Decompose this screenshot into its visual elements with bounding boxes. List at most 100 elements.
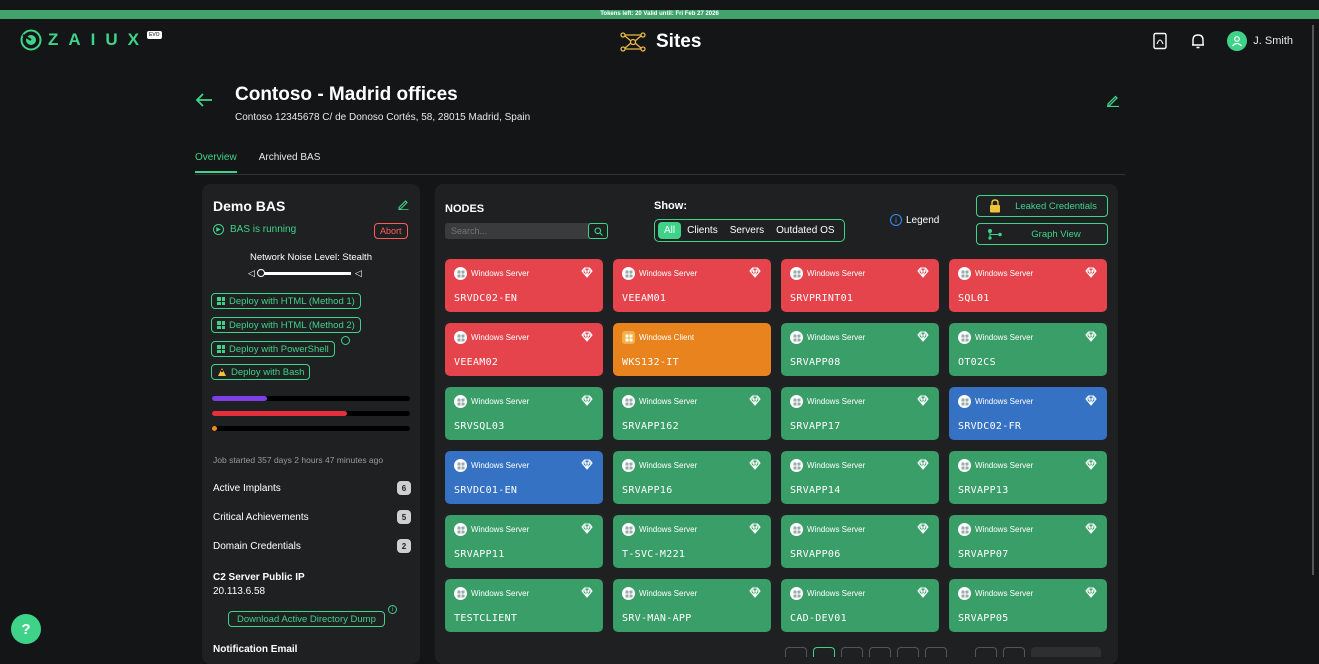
page-button[interactable] [841, 647, 863, 657]
zaiux-logo[interactable]: ZAIUX EVO [20, 29, 162, 51]
node-card[interactable]: Windows Server SRVPRINT01 [781, 259, 939, 312]
help-button[interactable]: ? [11, 614, 41, 644]
page-button[interactable] [925, 647, 947, 657]
node-name: WKS132-IT [622, 357, 679, 368]
node-card[interactable]: Windows Server SRVSQL03 [445, 387, 603, 440]
node-card[interactable]: Windows Server SRVAPP11 [445, 515, 603, 568]
filter-all[interactable]: All [658, 222, 682, 239]
bell-icon[interactable] [1189, 32, 1207, 50]
node-card[interactable]: Windows Server SRVAPP06 [781, 515, 939, 568]
progress-fill-purple [212, 396, 268, 401]
node-card[interactable]: Windows Server SRVAPP05 [949, 579, 1107, 632]
deploy-powershell-button[interactable]: Deploy with PowerShell [211, 341, 335, 357]
node-card[interactable]: Windows Server SRVAPP17 [781, 387, 939, 440]
legend-button[interactable]: i Legend [890, 214, 939, 226]
node-name: SQL01 [958, 293, 990, 304]
linux-icon [218, 368, 226, 376]
user-name: J. Smith [1253, 35, 1293, 47]
tabs-divider [195, 174, 1125, 175]
node-card[interactable]: Windows Server VEEAM02 [445, 323, 603, 376]
download-ad-dump-button[interactable]: Download Active Directory Dump [228, 611, 385, 627]
node-os: Windows Server [622, 267, 697, 280]
metric-domain-credentials[interactable]: Domain Credentials 2 [213, 539, 411, 553]
windows-server-icon [790, 267, 803, 280]
node-name: SRVAPP06 [790, 549, 841, 560]
show-label: Show: [654, 200, 687, 212]
node-card[interactable]: Windows Server SRVAPP07 [949, 515, 1107, 568]
nodes-panel: NODES Show: All Clients Servers Outdated… [435, 184, 1118, 664]
metric-critical-achievements[interactable]: Critical Achievements 5 [213, 510, 411, 524]
deploy-label: Deploy with HTML (Method 1) [229, 295, 355, 307]
node-card[interactable]: Windows Server SRV-MAN-APP [613, 579, 771, 632]
node-card[interactable]: Windows Server SRVAPP162 [613, 387, 771, 440]
page-size-select[interactable] [1031, 647, 1101, 657]
back-arrow-icon[interactable] [195, 93, 213, 107]
node-card[interactable]: Windows Server SRVAPP13 [949, 451, 1107, 504]
node-card[interactable]: Windows Server CAD-DEV01 [781, 579, 939, 632]
node-card[interactable]: Windows Server SRVAPP14 [781, 451, 939, 504]
page-button[interactable] [897, 647, 919, 657]
crown-jewel-icon [1085, 523, 1097, 534]
page-button[interactable] [813, 647, 835, 657]
noise-slider-handle[interactable] [256, 269, 265, 277]
search-button[interactable] [588, 223, 608, 239]
node-card[interactable]: Windows Client WKS132-IT [613, 323, 771, 376]
node-card[interactable]: Windows Server T-SVC-M221 [613, 515, 771, 568]
filter-servers[interactable]: Servers [724, 222, 770, 239]
abort-button[interactable]: Abort [374, 223, 408, 239]
filter-clients[interactable]: Clients [681, 222, 724, 239]
node-card[interactable]: Windows Server SQL01 [949, 259, 1107, 312]
graph-view-button[interactable]: Graph View [976, 223, 1108, 245]
node-os: Windows Server [622, 395, 697, 408]
windows-server-icon [454, 331, 467, 344]
node-name: SRVAPP16 [622, 485, 673, 496]
node-name: SRVDC01-EN [454, 485, 518, 496]
node-card[interactable]: Windows Server SRVAPP16 [613, 451, 771, 504]
pdf-document-icon[interactable] [1151, 32, 1169, 50]
node-os: Windows Server [958, 587, 1033, 600]
page-scrollbar[interactable] [1312, 25, 1314, 575]
node-os: Windows Server [958, 331, 1033, 344]
metric-active-implants[interactable]: Active Implants 6 [213, 481, 411, 495]
page-button[interactable] [785, 647, 807, 657]
page-button[interactable] [975, 647, 997, 657]
noise-level-label: Network Noise Level: Stealth [250, 252, 372, 263]
license-banner: Tokens left: 20 Valid until: Fri Feb 27 … [0, 10, 1319, 19]
node-card[interactable]: Windows Server VEEAM01 [613, 259, 771, 312]
download-info-icon[interactable]: i [388, 605, 397, 614]
node-name: SRVDC02-EN [454, 293, 518, 304]
deploy-html-method-2-button[interactable]: Deploy with HTML (Method 2) [211, 317, 361, 333]
page-button[interactable] [1003, 647, 1025, 657]
noise-slider-track[interactable] [256, 269, 351, 277]
powershell-info-icon[interactable] [341, 336, 350, 345]
user-menu[interactable]: J. Smith [1227, 31, 1293, 51]
node-name: SRVAPP162 [622, 421, 679, 432]
notification-email-label: Notification Email [213, 644, 298, 655]
windows-server-icon [454, 587, 467, 600]
page-button[interactable] [869, 647, 891, 657]
leaked-credentials-label: Leaked Credentials [1015, 200, 1097, 212]
edit-bas-pencil-icon[interactable] [398, 199, 409, 210]
filter-outdated-os[interactable]: Outdated OS [770, 222, 840, 239]
node-card[interactable]: Windows Server SRVAPP08 [781, 323, 939, 376]
sites-network-icon [620, 32, 646, 52]
node-card[interactable]: Windows Server SRVDC02-EN [445, 259, 603, 312]
tab-archived-bas[interactable]: Archived BAS [259, 152, 321, 173]
edit-site-pencil-icon[interactable] [1106, 93, 1120, 107]
noise-level-slider[interactable]: ◁ ◁ [248, 268, 362, 279]
tab-overview[interactable]: Overview [195, 152, 237, 173]
deploy-bash-button[interactable]: Deploy with Bash [211, 364, 311, 380]
progress-fill-orange [212, 426, 217, 431]
node-os-label: Windows Server [471, 589, 530, 598]
nodes-search-input[interactable] [445, 223, 608, 239]
node-card[interactable]: Windows Server SRVDC02-FR [949, 387, 1107, 440]
node-os-label: Windows Server [471, 461, 530, 470]
deploy-html-method-1-button[interactable]: Deploy with HTML (Method 1) [211, 293, 361, 309]
node-card[interactable]: Windows Server SRVDC01-EN [445, 451, 603, 504]
crown-jewel-icon [749, 523, 761, 534]
node-card[interactable]: Windows Server OT02CS [949, 323, 1107, 376]
crown-jewel-icon [917, 587, 929, 598]
node-card[interactable]: Windows Server TESTCLIENT [445, 579, 603, 632]
leaked-credentials-button[interactable]: Leaked Credentials [976, 195, 1108, 217]
page-title-text: Sites [656, 31, 702, 52]
